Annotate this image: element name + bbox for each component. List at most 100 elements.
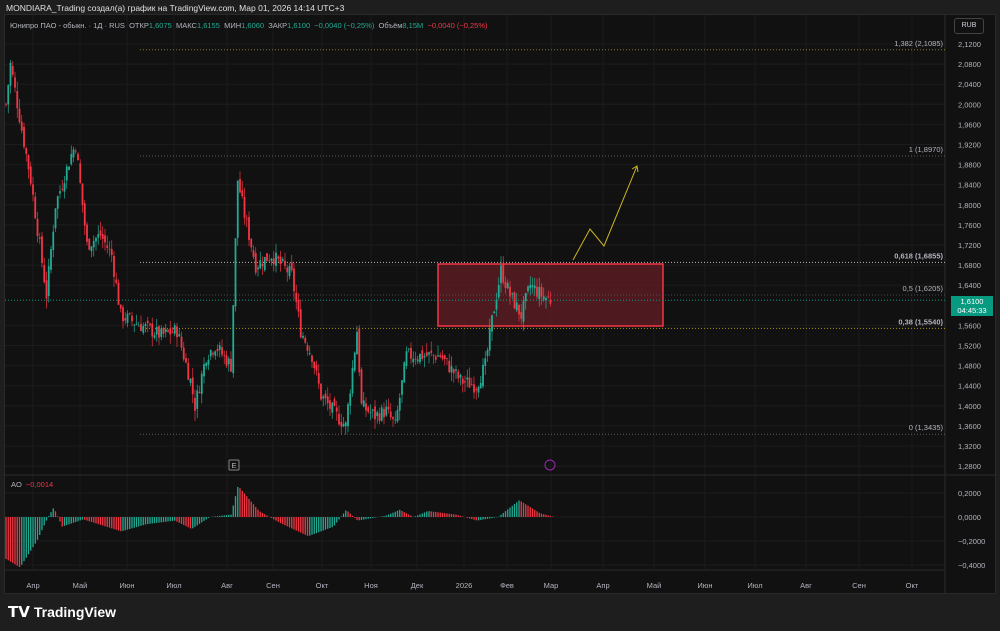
candle-body xyxy=(95,237,97,242)
candle-body xyxy=(74,150,77,152)
candle-body xyxy=(293,268,295,292)
candle-body xyxy=(198,391,201,393)
candle-body xyxy=(14,77,16,88)
open-value: 1,6075 xyxy=(148,21,172,30)
candle-body xyxy=(281,259,284,261)
candle-body xyxy=(295,292,298,302)
candle-body xyxy=(214,351,217,356)
candle-body xyxy=(151,323,154,337)
candle-body xyxy=(425,352,428,356)
candle-body xyxy=(126,313,129,323)
candle-body xyxy=(488,328,491,351)
candle-body xyxy=(540,286,543,297)
candle-body xyxy=(180,336,183,348)
time-axis-label: Май xyxy=(73,581,88,590)
price-axis-label: 1,7600 xyxy=(958,221,981,230)
candle-body xyxy=(437,355,439,357)
tradingview-logo[interactable]: 𝗧𝗩 TradingView xyxy=(8,603,116,621)
candle-body xyxy=(446,358,448,360)
candle-body xyxy=(313,361,316,369)
candle-body xyxy=(362,400,365,407)
candle-body xyxy=(196,390,199,409)
candle-body xyxy=(38,237,41,239)
price-axis-label: 2,0400 xyxy=(958,80,981,89)
candle-body xyxy=(475,388,478,391)
candle-body xyxy=(335,407,338,412)
high-label: МАКС xyxy=(176,21,197,30)
symbol-name[interactable]: Юнипро ПАО - обыкн. · 1Д · RUS xyxy=(10,21,125,30)
candle-body xyxy=(20,121,23,131)
candle-body xyxy=(464,381,466,383)
candle-body xyxy=(412,358,415,363)
candle-body xyxy=(394,419,397,421)
candle-body xyxy=(207,359,210,365)
time-axis-label: Июн xyxy=(119,581,134,590)
candle-body xyxy=(221,347,223,355)
candle-body xyxy=(340,421,343,427)
candle-body xyxy=(272,258,275,265)
candle-body xyxy=(65,166,68,181)
candle-body xyxy=(419,353,421,363)
candle-body xyxy=(263,257,266,271)
candle-body xyxy=(169,328,172,335)
candle-body xyxy=(315,364,318,371)
candle-body xyxy=(448,360,451,373)
candle-body xyxy=(317,373,320,384)
candle-body xyxy=(266,253,268,262)
candle-body xyxy=(205,362,208,367)
candle-body xyxy=(34,196,37,219)
candle-body xyxy=(227,358,230,365)
candle-body xyxy=(131,315,133,322)
candle-body xyxy=(547,296,550,298)
candle-body xyxy=(178,334,181,337)
candle-body xyxy=(70,153,73,165)
time-axis-label: Июл xyxy=(166,581,181,590)
dividend-marker-icon[interactable] xyxy=(544,459,556,471)
candle-body xyxy=(223,355,226,356)
candle-body xyxy=(25,148,28,154)
candle-body xyxy=(187,362,190,380)
price-axis-label: 1,8400 xyxy=(958,181,981,190)
time-axis-label: Апр xyxy=(26,581,39,590)
candle-body xyxy=(86,224,88,242)
candle-body xyxy=(529,285,532,289)
candle-body xyxy=(430,350,433,353)
candle-body xyxy=(491,315,493,332)
candle-body xyxy=(90,246,93,252)
last-price: 1,6100 xyxy=(960,297,984,306)
candle-body xyxy=(392,417,394,420)
candle-body xyxy=(482,364,484,387)
candle-body xyxy=(416,359,419,362)
candle-body xyxy=(218,345,221,350)
price-axis-label: 2,1200 xyxy=(958,40,981,49)
candle-body xyxy=(61,188,64,190)
candle-body xyxy=(189,378,192,383)
price-axis-label: 2,0000 xyxy=(958,100,981,109)
candle-body xyxy=(398,397,401,411)
time-axis-label: Июл xyxy=(747,581,762,590)
candle-body xyxy=(414,358,417,360)
brand-name: TradingView xyxy=(33,604,117,620)
candle-body xyxy=(54,208,57,229)
candle-body xyxy=(119,304,122,309)
candle-body xyxy=(277,256,280,259)
currency-button[interactable]: RUB xyxy=(954,18,984,34)
candle-body xyxy=(137,325,140,327)
candle-body xyxy=(351,367,354,394)
candle-body xyxy=(243,196,246,218)
ao-axis-label: −0,2000 xyxy=(958,537,985,546)
candle-body xyxy=(466,377,469,380)
candle-body xyxy=(356,331,358,355)
time-axis-label: Авг xyxy=(221,581,233,590)
chart-canvas[interactable]: 2,1200 2,0800 2,0400 2,0000 1,9600 1,9200 1,88… xyxy=(0,0,1000,631)
tv-logo-icon: 𝗧𝗩 xyxy=(8,604,30,621)
candle-body xyxy=(146,320,149,323)
candle-body xyxy=(56,196,59,209)
candle-body xyxy=(104,235,106,243)
candle-body xyxy=(331,402,334,413)
candle-body xyxy=(428,352,430,355)
candle-body xyxy=(473,384,475,393)
candle-body xyxy=(241,190,244,197)
candle-body xyxy=(326,396,329,404)
candle-body xyxy=(308,352,311,354)
